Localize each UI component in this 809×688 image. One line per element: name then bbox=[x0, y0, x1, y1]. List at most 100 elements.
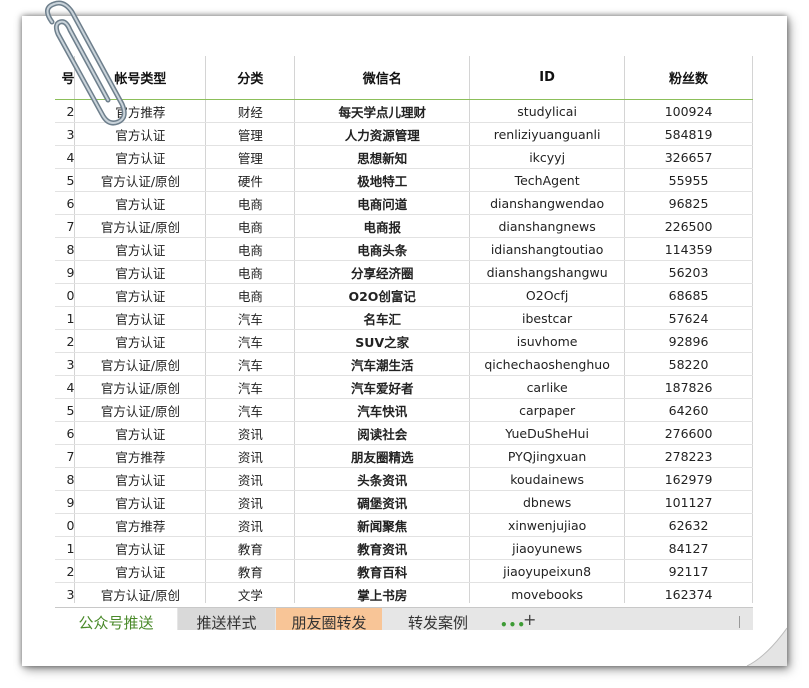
cell-category[interactable]: 电商 bbox=[205, 283, 296, 307]
cell-wechat-name[interactable]: 教育资讯 bbox=[294, 536, 471, 560]
cell-wechat-name[interactable]: O2O创富记 bbox=[294, 283, 471, 307]
cell-fans[interactable]: 58220 bbox=[624, 352, 753, 376]
cell-category[interactable]: 资讯 bbox=[205, 444, 296, 468]
cell-id[interactable]: xinwenjujiao bbox=[469, 513, 626, 537]
cell-fans[interactable]: 326657 bbox=[624, 145, 753, 169]
cell-fans[interactable]: 226500 bbox=[624, 214, 753, 238]
cell-seq[interactable]: 8 bbox=[55, 237, 76, 261]
cell-id[interactable]: YueDuSheHui bbox=[469, 421, 626, 445]
cell-seq[interactable]: 8 bbox=[55, 467, 76, 491]
cell-account-type[interactable]: 官方认证 bbox=[74, 559, 207, 583]
cell-wechat-name[interactable]: 朋友圈精选 bbox=[294, 444, 471, 468]
table-row[interactable]: 0 官方推荐 资讯 新闻聚焦 xinwenjujiao 62632 bbox=[55, 513, 753, 537]
cell-account-type[interactable]: 官方认证 bbox=[74, 490, 207, 514]
cell-fans[interactable]: 162979 bbox=[624, 467, 753, 491]
cell-wechat-name[interactable]: 极地特工 bbox=[294, 168, 471, 192]
cell-seq[interactable]: 9 bbox=[55, 490, 76, 514]
cell-id[interactable]: jiaoyunews bbox=[469, 536, 626, 560]
cell-wechat-name[interactable]: 电商头条 bbox=[294, 237, 471, 261]
cell-id[interactable]: idianshangtoutiao bbox=[469, 237, 626, 261]
cell-category[interactable]: 资讯 bbox=[205, 490, 296, 514]
cell-id[interactable]: studylicai bbox=[469, 99, 626, 123]
cell-seq[interactable]: 4 bbox=[55, 145, 76, 169]
cell-category[interactable]: 管理 bbox=[205, 122, 296, 146]
table-row[interactable]: 5 官方认证/原创 硬件 极地特工 TechAgent 55955 bbox=[55, 168, 753, 192]
cell-category[interactable]: 教育 bbox=[205, 536, 296, 560]
cell-account-type[interactable]: 官方认证 bbox=[74, 237, 207, 261]
cell-wechat-name[interactable]: 每天学点儿理财 bbox=[294, 99, 471, 123]
cell-id[interactable]: movebooks bbox=[469, 582, 626, 603]
table-row[interactable]: 4 官方认证 管理 思想新知 ikcyyj 326657 bbox=[55, 145, 753, 169]
tab-official-push[interactable]: 公众号推送 bbox=[55, 608, 177, 630]
cell-category[interactable]: 汽车 bbox=[205, 352, 296, 376]
cell-wechat-name[interactable]: 阅读社会 bbox=[294, 421, 471, 445]
cell-account-type[interactable]: 官方推荐 bbox=[74, 444, 207, 468]
cell-wechat-name[interactable]: 头条资讯 bbox=[294, 467, 471, 491]
cell-seq[interactable]: 5 bbox=[55, 168, 76, 192]
cell-fans[interactable]: 56203 bbox=[624, 260, 753, 284]
cell-seq[interactable]: 7 bbox=[55, 444, 76, 468]
tab-push-style[interactable]: 推送样式 bbox=[178, 608, 275, 630]
table-row[interactable]: 7 官方认证/原创 电商 电商报 dianshangnews 226500 bbox=[55, 214, 753, 238]
tab-share-cases[interactable]: 转发案例 bbox=[383, 608, 493, 630]
cell-category[interactable]: 电商 bbox=[205, 191, 296, 215]
cell-account-type[interactable]: 官方推荐 bbox=[74, 513, 207, 537]
cell-wechat-name[interactable]: 掌上书房 bbox=[294, 582, 471, 603]
cell-id[interactable]: dbnews bbox=[469, 490, 626, 514]
cell-id[interactable]: TechAgent bbox=[469, 168, 626, 192]
cell-account-type[interactable]: 官方认证/原创 bbox=[74, 214, 207, 238]
cell-category[interactable]: 硬件 bbox=[205, 168, 296, 192]
cell-category[interactable]: 财经 bbox=[205, 99, 296, 123]
cell-category[interactable]: 教育 bbox=[205, 559, 296, 583]
cell-id[interactable]: renliziyuanguanli bbox=[469, 122, 626, 146]
cell-seq[interactable]: 7 bbox=[55, 214, 76, 238]
cell-seq[interactable]: 2 bbox=[55, 559, 76, 583]
cell-id[interactable]: dianshangwendao bbox=[469, 191, 626, 215]
cell-seq[interactable]: 5 bbox=[55, 398, 76, 422]
cell-fans[interactable]: 101127 bbox=[624, 490, 753, 514]
cell-category[interactable]: 电商 bbox=[205, 237, 296, 261]
table-row[interactable]: 9 官方认证 电商 分享经济圈 dianshangshangwu 56203 bbox=[55, 260, 753, 284]
cell-seq[interactable]: 4 bbox=[55, 375, 76, 399]
cell-wechat-name[interactable]: 电商问道 bbox=[294, 191, 471, 215]
cell-account-type[interactable]: 官方认证 bbox=[74, 421, 207, 445]
cell-id[interactable]: O2Ocfj bbox=[469, 283, 626, 307]
cell-id[interactable]: qichechaoshenghuo bbox=[469, 352, 626, 376]
table-row[interactable]: 3 官方认证 管理 人力资源管理 renliziyuanguanli 584819 bbox=[55, 122, 753, 146]
tab-moments-share[interactable]: 朋友圈转发 bbox=[276, 608, 382, 630]
cell-seq[interactable]: 3 bbox=[55, 352, 76, 376]
cell-wechat-name[interactable]: 汽车爱好者 bbox=[294, 375, 471, 399]
cell-category[interactable]: 管理 bbox=[205, 145, 296, 169]
cell-seq[interactable]: 2 bbox=[55, 329, 76, 353]
table-row[interactable]: 8 官方认证 资讯 头条资讯 koudainews 162979 bbox=[55, 467, 753, 491]
cell-account-type[interactable]: 官方认证/原创 bbox=[74, 582, 207, 603]
cell-account-type[interactable]: 官方认证 bbox=[74, 536, 207, 560]
cell-id[interactable]: jiaoyupeixun8 bbox=[469, 559, 626, 583]
cell-id[interactable]: PYQjingxuan bbox=[469, 444, 626, 468]
column-header-wechat-name[interactable]: 微信名 bbox=[294, 56, 471, 100]
cell-id[interactable]: carlike bbox=[469, 375, 626, 399]
cell-fans[interactable]: 64260 bbox=[624, 398, 753, 422]
cell-fans[interactable]: 92896 bbox=[624, 329, 753, 353]
cell-category[interactable]: 文学 bbox=[205, 582, 296, 603]
cell-category[interactable]: 资讯 bbox=[205, 513, 296, 537]
cell-category[interactable]: 资讯 bbox=[205, 421, 296, 445]
cell-account-type[interactable]: 官方认证/原创 bbox=[74, 168, 207, 192]
cell-wechat-name[interactable]: 名车汇 bbox=[294, 306, 471, 330]
cell-account-type[interactable]: 官方认证 bbox=[74, 283, 207, 307]
cell-category[interactable]: 汽车 bbox=[205, 329, 296, 353]
cell-category[interactable]: 电商 bbox=[205, 260, 296, 284]
table-row[interactable]: 1 官方认证 教育 教育资讯 jiaoyunews 84127 bbox=[55, 536, 753, 560]
cell-seq[interactable]: 1 bbox=[55, 306, 76, 330]
cell-fans[interactable]: 276600 bbox=[624, 421, 753, 445]
cell-account-type[interactable]: 官方认证 bbox=[74, 260, 207, 284]
cell-seq[interactable]: 3 bbox=[55, 582, 76, 603]
cell-id[interactable]: ibestcar bbox=[469, 306, 626, 330]
table-row[interactable]: 1 官方认证 汽车 名车汇 ibestcar 57624 bbox=[55, 306, 753, 330]
table-row[interactable]: 2 官方认证 汽车 SUV之家 isuvhome 92896 bbox=[55, 329, 753, 353]
cell-wechat-name[interactable]: 思想新知 bbox=[294, 145, 471, 169]
cell-seq[interactable]: 0 bbox=[55, 283, 76, 307]
table-row[interactable]: 8 官方认证 电商 电商头条 idianshangtoutiao 114359 bbox=[55, 237, 753, 261]
cell-seq[interactable]: 6 bbox=[55, 191, 76, 215]
cell-fans[interactable]: 187826 bbox=[624, 375, 753, 399]
